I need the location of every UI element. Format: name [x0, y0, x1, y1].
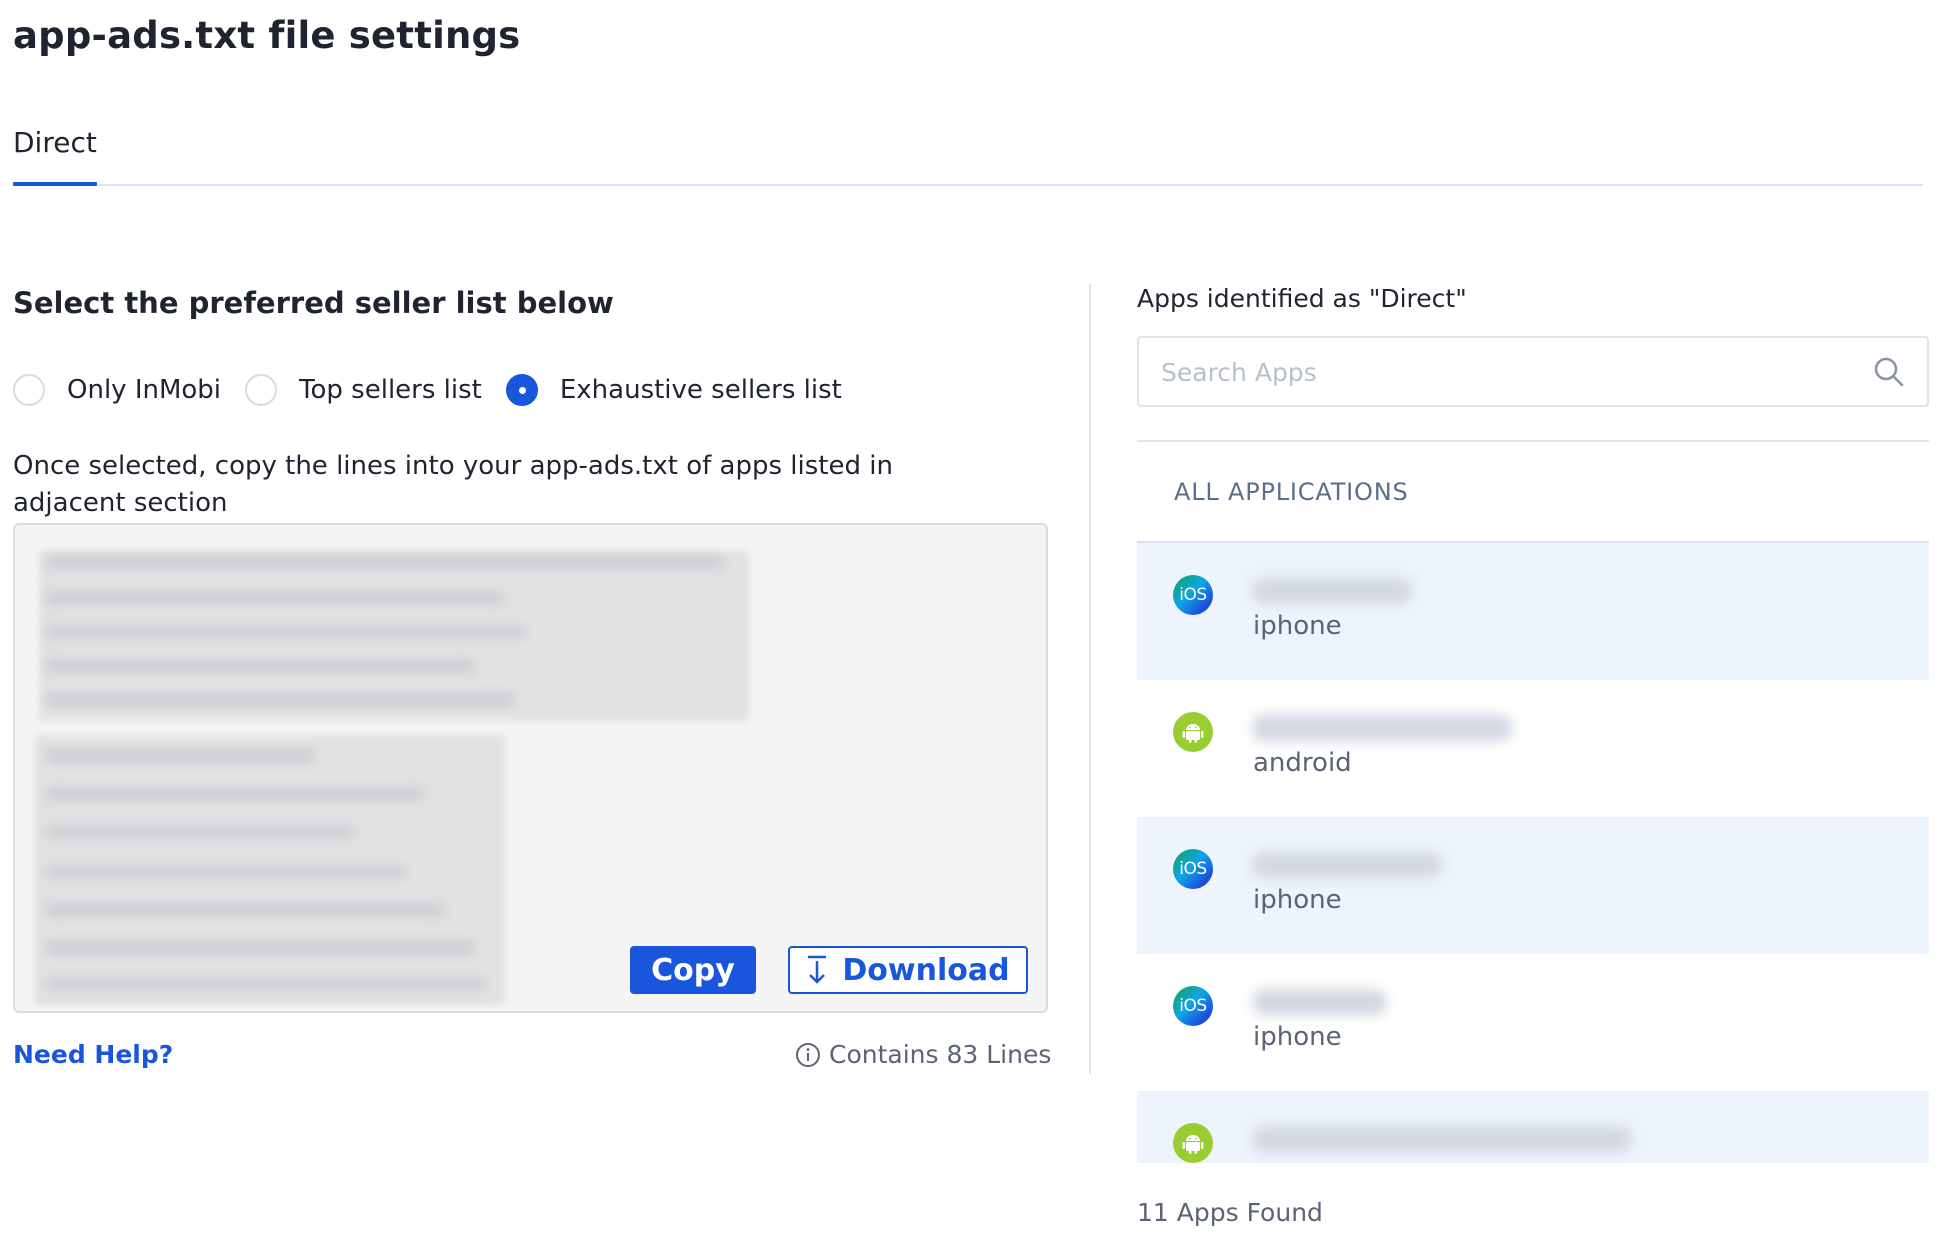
- android-icon: [1173, 1123, 1213, 1163]
- tab-direct-label: Direct: [13, 126, 97, 159]
- search-input[interactable]: [1161, 352, 1851, 392]
- app-list-item[interactable]: [1137, 1091, 1929, 1163]
- tab-direct[interactable]: Direct: [13, 124, 97, 186]
- redacted-line: [45, 555, 725, 569]
- radio-button[interactable]: [13, 374, 45, 406]
- ios-icon: iOS: [1173, 986, 1213, 1026]
- radio-label: Only InMobi: [67, 375, 222, 405]
- app-platform: android: [1253, 748, 1352, 778]
- radio-label: Exhaustive sellers list: [559, 375, 842, 405]
- redacted-line: [45, 591, 505, 605]
- radio-label: Top sellers list: [299, 375, 482, 405]
- radio-only-inmobi[interactable]: Only InMobi: [13, 374, 221, 406]
- active-tab-indicator: [13, 182, 97, 186]
- radio-button-selected[interactable]: [505, 374, 538, 406]
- need-help-link[interactable]: Need Help?: [13, 1040, 173, 1069]
- app-list-item[interactable]: iOS iphone: [1137, 543, 1929, 680]
- redacted-line: [45, 903, 445, 917]
- redacted-line: [45, 865, 405, 879]
- redacted-app-name: [1252, 1126, 1632, 1152]
- redacted-line: [45, 941, 475, 955]
- info-icon: [795, 1042, 821, 1068]
- radio-top-sellers[interactable]: Top sellers list: [245, 374, 482, 406]
- apps-panel-title: Apps identified as "Direct": [1137, 284, 1467, 313]
- apps-found-count: 11 Apps Found: [1137, 1198, 1323, 1227]
- app-list: ALL APPLICATIONS iOS iphone android iOS …: [1137, 440, 1929, 1163]
- copy-button[interactable]: Copy: [630, 946, 756, 994]
- tab-bar: Direct: [13, 120, 1923, 186]
- download-button[interactable]: Download: [788, 946, 1028, 994]
- search-icon[interactable]: [1873, 356, 1905, 392]
- redacted-app-name: [1252, 715, 1512, 741]
- seller-list-radio-group: Only InMobi Top sellers list Exhaustive …: [13, 370, 866, 410]
- redacted-line: [45, 749, 315, 763]
- copy-instructions: Once selected, copy the lines into your …: [13, 451, 893, 518]
- redacted-line: [45, 625, 525, 639]
- redacted-app-name: [1252, 989, 1387, 1015]
- app-list-item[interactable]: iOS iphone: [1137, 954, 1929, 1091]
- line-count-info: Contains 83 Lines: [795, 1040, 1051, 1069]
- redacted-line: [45, 659, 475, 673]
- seller-list-heading: Select the preferred seller list below: [13, 286, 614, 320]
- panel-divider: [1089, 284, 1091, 1074]
- android-icon: [1173, 712, 1213, 752]
- app-platform: iphone: [1253, 611, 1342, 641]
- app-list-item[interactable]: iOS iphone: [1137, 817, 1929, 954]
- list-header: ALL APPLICATIONS: [1137, 442, 1929, 543]
- app-platform: iphone: [1253, 1022, 1342, 1052]
- radio-exhaustive-sellers[interactable]: Exhaustive sellers list: [505, 374, 842, 406]
- download-label: Download: [842, 952, 1010, 988]
- redacted-line: [45, 825, 355, 839]
- redacted-line: [45, 787, 425, 801]
- redacted-app-name: [1252, 852, 1442, 878]
- radio-button[interactable]: [245, 374, 278, 406]
- redacted-app-name: [1252, 578, 1412, 604]
- ios-icon: iOS: [1173, 849, 1213, 889]
- ios-icon: iOS: [1173, 575, 1213, 615]
- app-platform: iphone: [1253, 885, 1342, 915]
- ads-lines-box[interactable]: [13, 523, 1048, 1013]
- download-icon: [806, 955, 828, 985]
- search-box: [1137, 336, 1929, 407]
- app-list-item[interactable]: android: [1137, 680, 1929, 817]
- page-title: app-ads.txt file settings: [13, 14, 521, 57]
- line-count-text: Contains 83 Lines: [829, 1040, 1052, 1069]
- redacted-line: [45, 693, 515, 707]
- redacted-line: [45, 977, 485, 991]
